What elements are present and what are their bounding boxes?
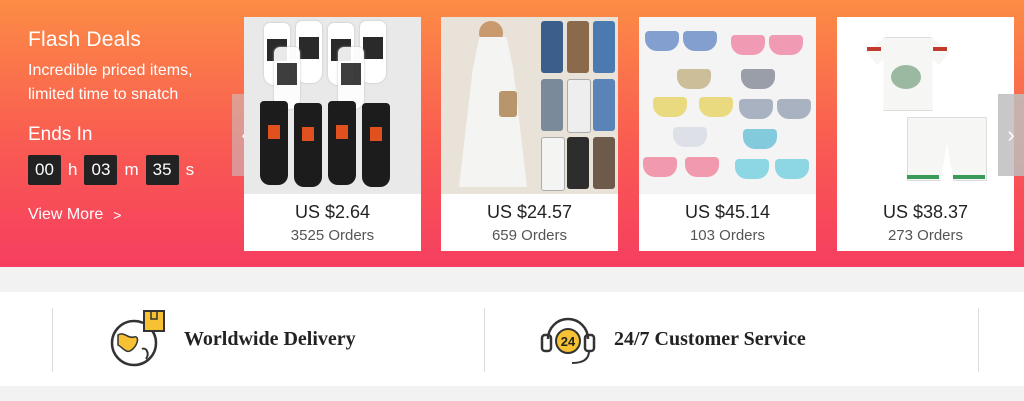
- chevron-right-icon: >: [113, 207, 122, 223]
- flash-deals-banner: Flash Deals Incredible priced items, lim…: [0, 0, 1024, 267]
- product-image-socks[interactable]: [244, 17, 421, 194]
- flash-deals-title: Flash Deals: [28, 28, 142, 51]
- feature-label: Worldwide Delivery: [184, 327, 356, 350]
- product-price: US $24.57: [486, 202, 573, 222]
- product-image-shirt-set[interactable]: [837, 17, 1014, 194]
- divider: [52, 308, 53, 372]
- product-orders: 659 Orders: [491, 227, 568, 244]
- countdown-timer: 00 h 03 m 35 s: [28, 155, 201, 185]
- product-price: US $38.37: [882, 202, 969, 222]
- divider: [484, 308, 485, 372]
- feature-label: 24/7 Customer Service: [614, 327, 806, 350]
- countdown-hours-unit: h: [68, 160, 78, 179]
- view-more-label: View More: [28, 206, 104, 223]
- countdown-minutes: 03: [84, 155, 118, 185]
- product-orders: 103 Orders: [689, 227, 766, 244]
- product-orders: 273 Orders: [887, 227, 964, 244]
- chevron-right-icon: ›: [1007, 122, 1015, 147]
- product-price: US $2.64: [294, 202, 371, 222]
- headset-24-icon: 24: [538, 309, 598, 369]
- divider: [978, 308, 979, 372]
- countdown-seconds: 35: [145, 155, 179, 185]
- product-price: US $45.14: [684, 202, 771, 222]
- carousel-next-button[interactable]: ›: [998, 94, 1024, 176]
- product-card[interactable]: US $45.14 103 Orders: [639, 17, 816, 251]
- product-card[interactable]: US $2.64 3525 Orders: [244, 17, 421, 251]
- flash-deals-info: Flash Deals Incredible priced items, lim…: [28, 0, 228, 267]
- product-card[interactable]: US $24.57 659 Orders: [441, 17, 618, 251]
- countdown-minutes-unit: m: [124, 160, 139, 179]
- flash-deals-subtitle: Incredible priced items, limited time to…: [28, 62, 193, 103]
- product-image-dress[interactable]: [441, 17, 618, 194]
- product-orders: 3525 Orders: [290, 227, 375, 244]
- view-more-link[interactable]: View More >: [28, 206, 121, 224]
- service-features-bar: Worldwide Delivery 24 24/7 Customer Serv…: [0, 292, 1024, 386]
- countdown-hours: 00: [28, 155, 61, 185]
- feature-worldwide-delivery: Worldwide Delivery: [108, 292, 356, 386]
- globe-box-icon: [108, 309, 168, 369]
- countdown-seconds-unit: s: [185, 160, 195, 179]
- headset-24-text: 24: [561, 334, 576, 349]
- product-image-sunglasses[interactable]: [639, 17, 816, 194]
- ends-in-label: Ends In: [28, 124, 93, 145]
- feature-customer-service: 24 24/7 Customer Service: [538, 292, 806, 386]
- product-card[interactable]: US $38.37 273 Orders: [837, 17, 1014, 251]
